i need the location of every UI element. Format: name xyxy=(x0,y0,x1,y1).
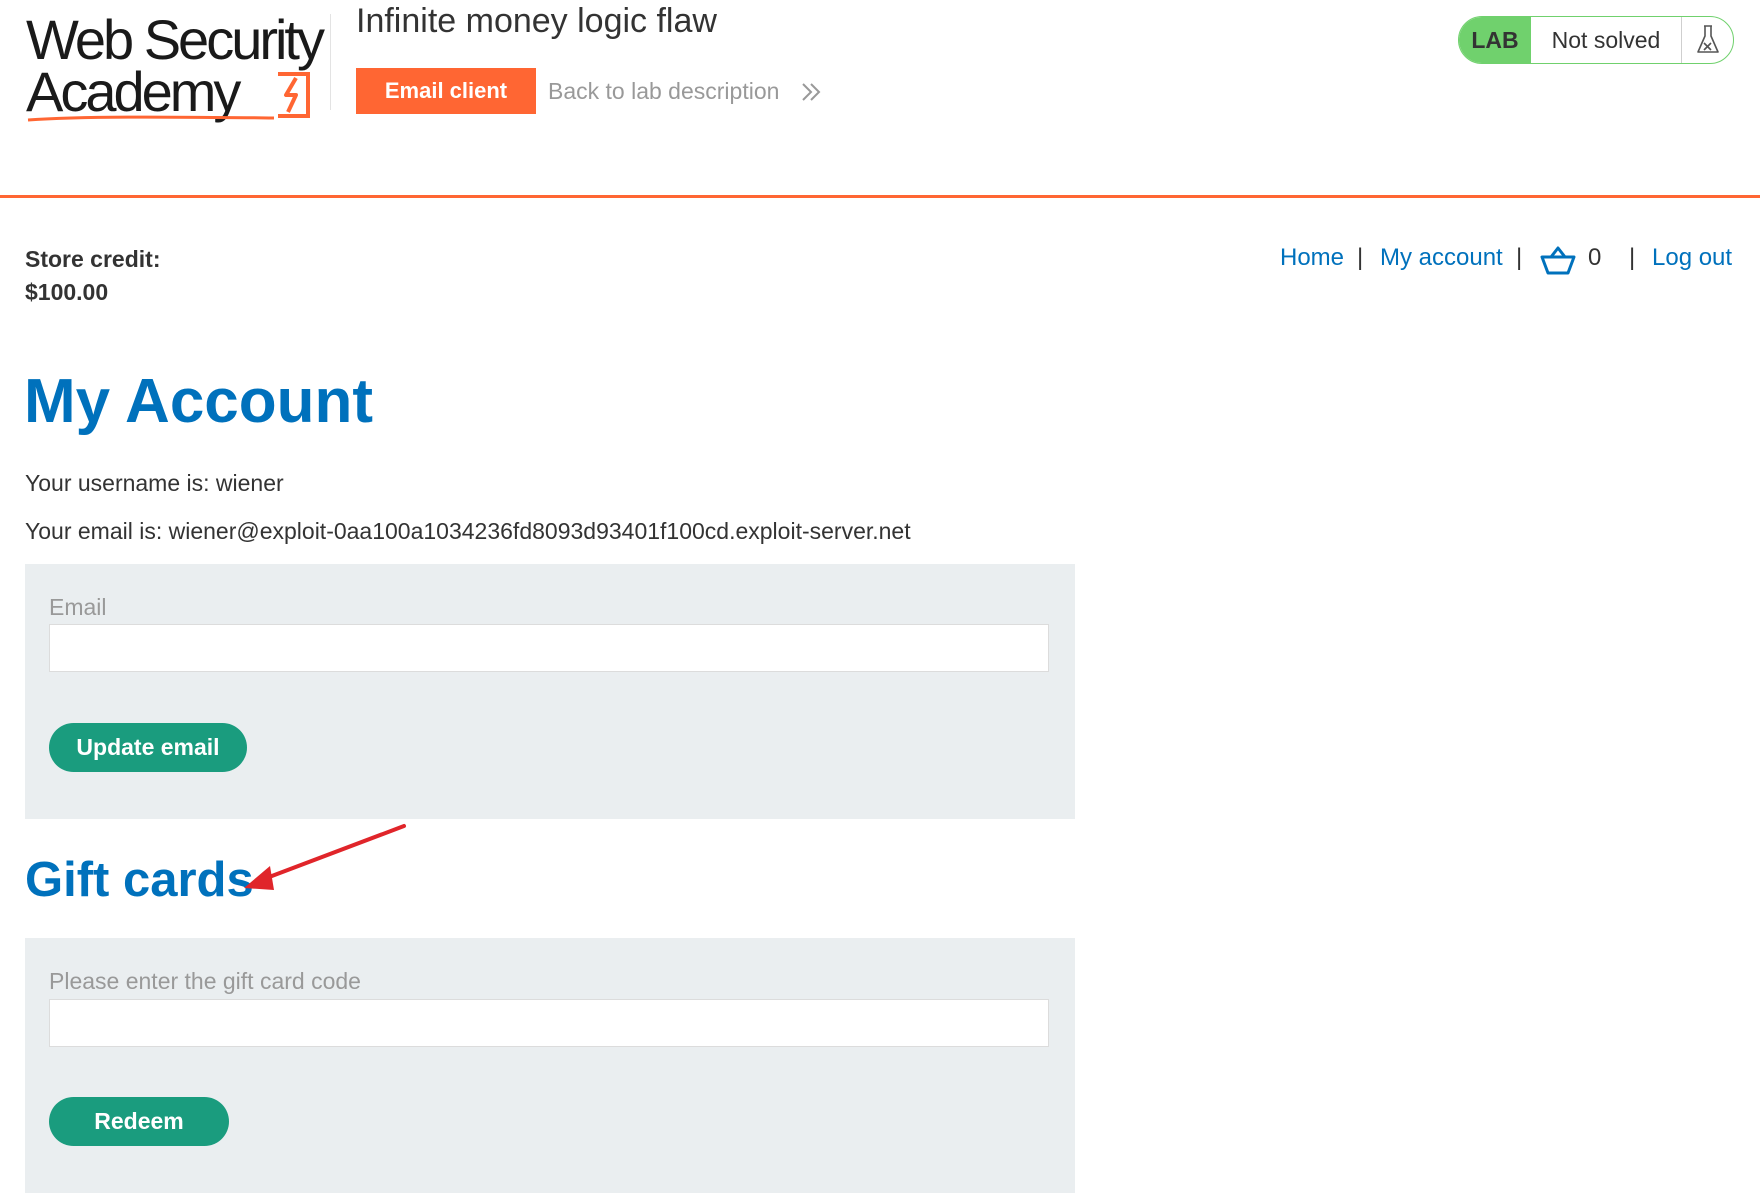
header-orange-rule xyxy=(0,195,1760,198)
basket-icon[interactable] xyxy=(1540,246,1576,276)
update-email-form: Email Update email xyxy=(25,564,1075,819)
gift-card-form: Please enter the gift card code Redeem xyxy=(25,938,1075,1193)
redeem-button[interactable]: Redeem xyxy=(49,1097,229,1146)
lab-status-widget: LAB Not solved xyxy=(1458,16,1734,64)
email-info: Your email is: wiener@exploit-0aa100a103… xyxy=(25,518,911,544)
lab-status-text: Not solved xyxy=(1531,17,1682,63)
username-info: Your username is: wiener xyxy=(25,470,284,496)
red-annotation-arrow-icon xyxy=(244,824,406,890)
nav-logout-link[interactable]: Log out xyxy=(1652,244,1732,272)
email-field[interactable] xyxy=(49,624,1049,672)
store-credit-value: $100.00 xyxy=(25,279,109,305)
nav-my-account-link[interactable]: My account xyxy=(1380,244,1503,272)
double-chevron-right-icon[interactable] xyxy=(800,81,822,103)
nav-home-link[interactable]: Home xyxy=(1280,244,1344,272)
logo-underline-icon xyxy=(27,115,275,122)
email-field-label: Email xyxy=(49,594,107,620)
page-title: My Account xyxy=(24,367,374,436)
lab-badge: LAB xyxy=(1459,17,1531,63)
lightning-bolt-icon xyxy=(278,72,310,118)
nav-separator: | xyxy=(1516,244,1523,271)
gift-card-code-input[interactable] xyxy=(49,999,1049,1047)
nav-separator: | xyxy=(1629,244,1636,271)
flask-icon-wrapper xyxy=(1682,17,1733,63)
update-email-button[interactable]: Update email xyxy=(49,723,247,772)
cart-count[interactable]: 0 xyxy=(1588,244,1601,272)
lab-title: Infinite money logic flaw xyxy=(356,2,717,40)
gift-card-code-label: Please enter the gift card code xyxy=(49,968,361,994)
email-client-button[interactable]: Email client xyxy=(356,68,536,114)
web-security-academy-logo[interactable]: Web Security Academy xyxy=(26,12,336,122)
back-to-lab-description-link[interactable]: Back to lab description xyxy=(548,78,779,105)
flask-icon xyxy=(1696,25,1719,53)
header-divider xyxy=(330,14,331,110)
store-credit-label: Store credit: xyxy=(25,246,161,272)
lab-header: Web Security Academy Infinite money logi… xyxy=(0,0,1760,198)
gift-cards-heading: Gift cards xyxy=(25,853,254,907)
nav-separator: | xyxy=(1357,244,1364,271)
